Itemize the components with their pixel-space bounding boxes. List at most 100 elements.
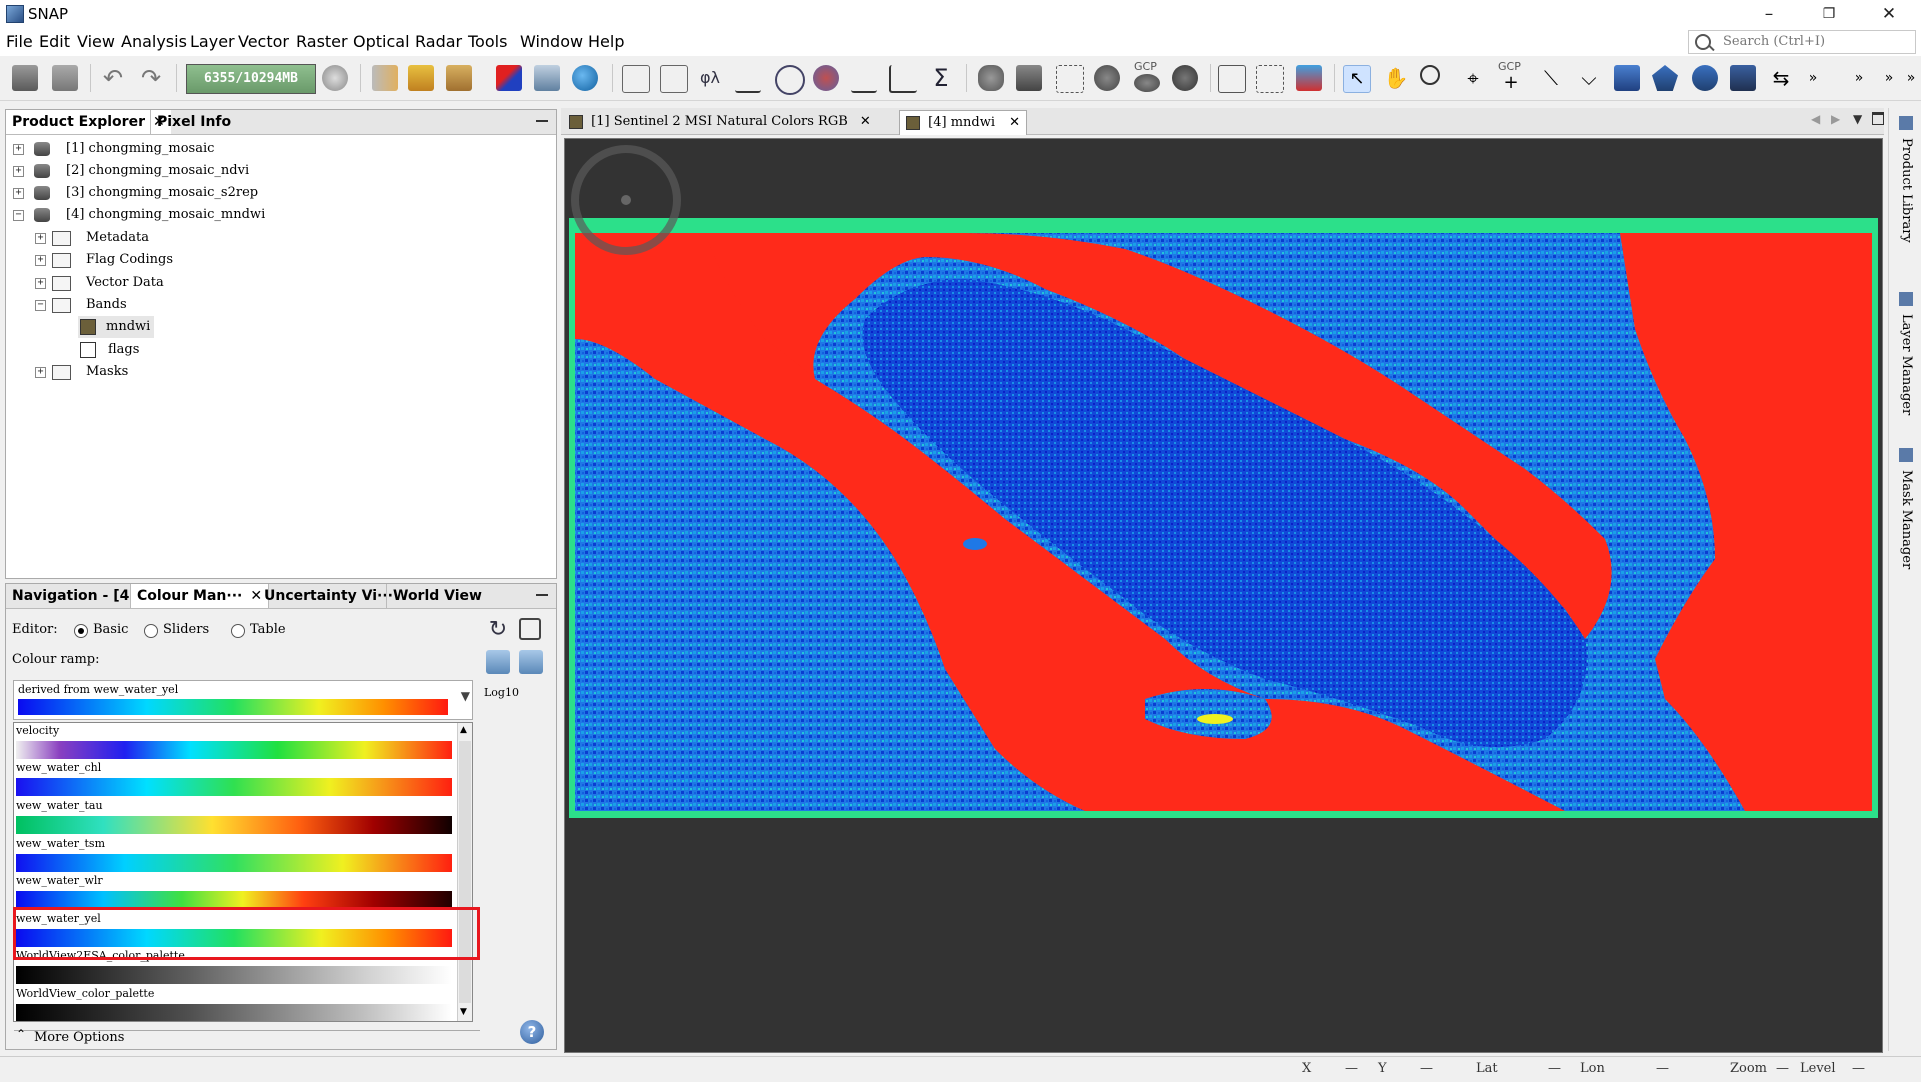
menu-edit[interactable]: Edit xyxy=(39,32,70,51)
radio-sliders[interactable] xyxy=(144,624,158,638)
ramp-item-wew-water-wlr[interactable]: wew_water_wlr xyxy=(14,873,454,911)
tab-scroll-right-icon[interactable]: ▶ xyxy=(1831,112,1840,126)
sync-cursor-icon[interactable] xyxy=(1296,65,1322,91)
range-finder-icon[interactable] xyxy=(1730,65,1756,91)
tile-windows-icon[interactable] xyxy=(1256,65,1284,93)
open-image-view-icon[interactable] xyxy=(534,65,560,91)
histogram-icon[interactable] xyxy=(735,65,761,93)
ramp-item-wew-water-tsm[interactable]: wew_water_tsm xyxy=(14,836,454,874)
menu-file[interactable]: File xyxy=(6,32,33,51)
polygon-tool-icon[interactable] xyxy=(1652,65,1678,91)
tab-world-view[interactable]: World View xyxy=(386,584,488,608)
menu-vector[interactable]: Vector xyxy=(238,32,289,51)
expand-icon[interactable]: + xyxy=(13,166,24,177)
band-arithmetic-icon[interactable] xyxy=(446,65,472,91)
colour-ramp-dropdown[interactable]: derived from wew_water_yel ▼ xyxy=(13,680,473,720)
search-input[interactable]: Search (Ctrl+I) xyxy=(1688,30,1916,54)
close-button[interactable]: ✕ xyxy=(1866,2,1912,26)
phi-lambda-icon[interactable]: φλ xyxy=(697,65,723,91)
collapse-icon[interactable]: − xyxy=(35,300,46,311)
expand-icon[interactable]: + xyxy=(35,233,46,244)
close-icon[interactable]: ✕ xyxy=(1009,115,1020,130)
statistics-sum-icon[interactable]: Σ xyxy=(928,65,954,91)
minimize-panel-icon[interactable] xyxy=(536,120,548,122)
save-product-icon[interactable] xyxy=(52,65,78,91)
tab-list-icon[interactable]: ▼ xyxy=(1853,112,1862,126)
redo-icon[interactable]: ↷ xyxy=(138,65,164,91)
filtered-band-icon[interactable] xyxy=(408,65,434,91)
open-product-icon[interactable] xyxy=(12,65,38,91)
close-icon[interactable]: ✕ xyxy=(860,114,871,129)
pan-tool-icon[interactable]: ✋ xyxy=(1383,65,1409,91)
image-canvas[interactable] xyxy=(564,138,1883,1053)
graticule-icon[interactable] xyxy=(1056,65,1084,93)
tab-pixel-info[interactable]: Pixel Info xyxy=(150,110,237,134)
undo-icon[interactable]: ↶ xyxy=(100,65,126,91)
mask-manager-tab[interactable]: Mask Manager xyxy=(1899,470,1914,569)
ramp-item-wew-water-tau[interactable]: wew_water_tau xyxy=(14,798,454,836)
ramp-item-worldview[interactable]: WorldView_color_palette xyxy=(14,986,454,1021)
tab-scroll-left-icon[interactable]: ◀ xyxy=(1811,112,1820,126)
geo-coding-icon[interactable] xyxy=(813,65,839,91)
tab-colour-manipulation[interactable]: Colour Man··· ✕ xyxy=(130,584,270,608)
collapse-icon[interactable]: − xyxy=(13,210,24,221)
select-tool-icon[interactable]: ↖ xyxy=(1343,65,1371,93)
radio-table[interactable] xyxy=(231,624,245,638)
overflow-chevron-icon[interactable]: » xyxy=(1898,65,1921,91)
expand-icon[interactable]: + xyxy=(35,367,46,378)
correlative-plot-icon[interactable] xyxy=(889,65,917,93)
overflow-chevron-icon[interactable]: » xyxy=(1800,65,1826,91)
pin-placing-tool-icon[interactable]: ⌖ xyxy=(1460,65,1486,91)
help-icon[interactable]: ? xyxy=(520,1020,544,1044)
layer-group-icon[interactable] xyxy=(1016,65,1042,91)
chevron-down-icon[interactable]: ▼ xyxy=(461,689,470,703)
polyline-tool-icon[interactable]: ⌵ xyxy=(1576,65,1602,91)
restore-button[interactable]: ❐ xyxy=(1806,2,1852,26)
more-options-toggle[interactable]: More Options xyxy=(34,1030,124,1045)
expand-icon[interactable]: + xyxy=(13,188,24,199)
menu-layer[interactable]: Layer xyxy=(190,32,235,51)
rgb-image-icon[interactable] xyxy=(496,65,522,91)
band-maths-icon[interactable] xyxy=(372,65,398,91)
memory-usage-indicator[interactable]: 6355/10294MB xyxy=(186,64,316,94)
export-palette-icon[interactable] xyxy=(519,650,543,674)
ramp-list-scrollbar[interactable]: ▲ ▼ xyxy=(457,723,472,1021)
ramp-item-velocity[interactable]: velocity xyxy=(14,723,454,761)
menu-tools[interactable]: Tools xyxy=(468,32,507,51)
world-map-icon[interactable] xyxy=(572,65,598,91)
navigation-control-icon[interactable] xyxy=(571,145,681,255)
scroll-down-icon[interactable]: ▼ xyxy=(460,1007,467,1017)
menu-window[interactable]: Window xyxy=(520,32,583,51)
tab-rgb-view[interactable]: [1] Sentinel 2 MSI Natural Colors RGB ✕ xyxy=(563,110,877,134)
menu-optical[interactable]: Optical xyxy=(353,32,410,51)
overflow-chevron-icon[interactable]: » xyxy=(1846,65,1872,91)
ellipse-tool-icon[interactable] xyxy=(1692,65,1718,91)
minimize-panel-icon[interactable] xyxy=(536,594,548,596)
garbage-collect-icon[interactable] xyxy=(322,65,348,91)
zoom-tool-icon[interactable] xyxy=(1420,65,1440,85)
tab-uncertainty-visualisation[interactable]: Uncertainty Vi··· xyxy=(258,584,399,608)
magic-wand-icon[interactable]: ⇆ xyxy=(1768,65,1794,91)
rectangle-tool-icon[interactable] xyxy=(1614,65,1640,91)
spectrum-icon[interactable] xyxy=(622,65,650,93)
multi-apply-icon[interactable] xyxy=(519,618,541,640)
product-library-tab[interactable]: Product Library xyxy=(1899,138,1914,243)
profile-plot-icon[interactable] xyxy=(660,65,688,93)
tab-mndwi-view[interactable]: [4] mndwi ✕ xyxy=(899,110,1028,135)
import-palette-icon[interactable] xyxy=(486,650,510,674)
pin-manager-icon[interactable] xyxy=(1094,65,1120,91)
gcp-placing-tool-icon[interactable]: + xyxy=(1498,74,1524,92)
sync-views-icon[interactable] xyxy=(1218,65,1246,93)
log10-toggle[interactable]: Log10 xyxy=(484,686,519,699)
gcp-manager-icon[interactable] xyxy=(1134,74,1160,92)
information-icon[interactable] xyxy=(775,65,805,95)
more-options-chevron-icon[interactable]: ⌃ xyxy=(16,1027,26,1041)
maximize-view-icon[interactable] xyxy=(1872,112,1884,125)
radio-basic[interactable] xyxy=(74,624,88,638)
menu-raster[interactable]: Raster xyxy=(296,32,348,51)
minimize-button[interactable]: – xyxy=(1746,2,1792,26)
reset-icon[interactable]: ↻ xyxy=(486,618,510,642)
menu-view[interactable]: View xyxy=(77,32,115,51)
tie-point-icon[interactable] xyxy=(1172,65,1198,91)
expand-icon[interactable]: + xyxy=(13,144,24,155)
